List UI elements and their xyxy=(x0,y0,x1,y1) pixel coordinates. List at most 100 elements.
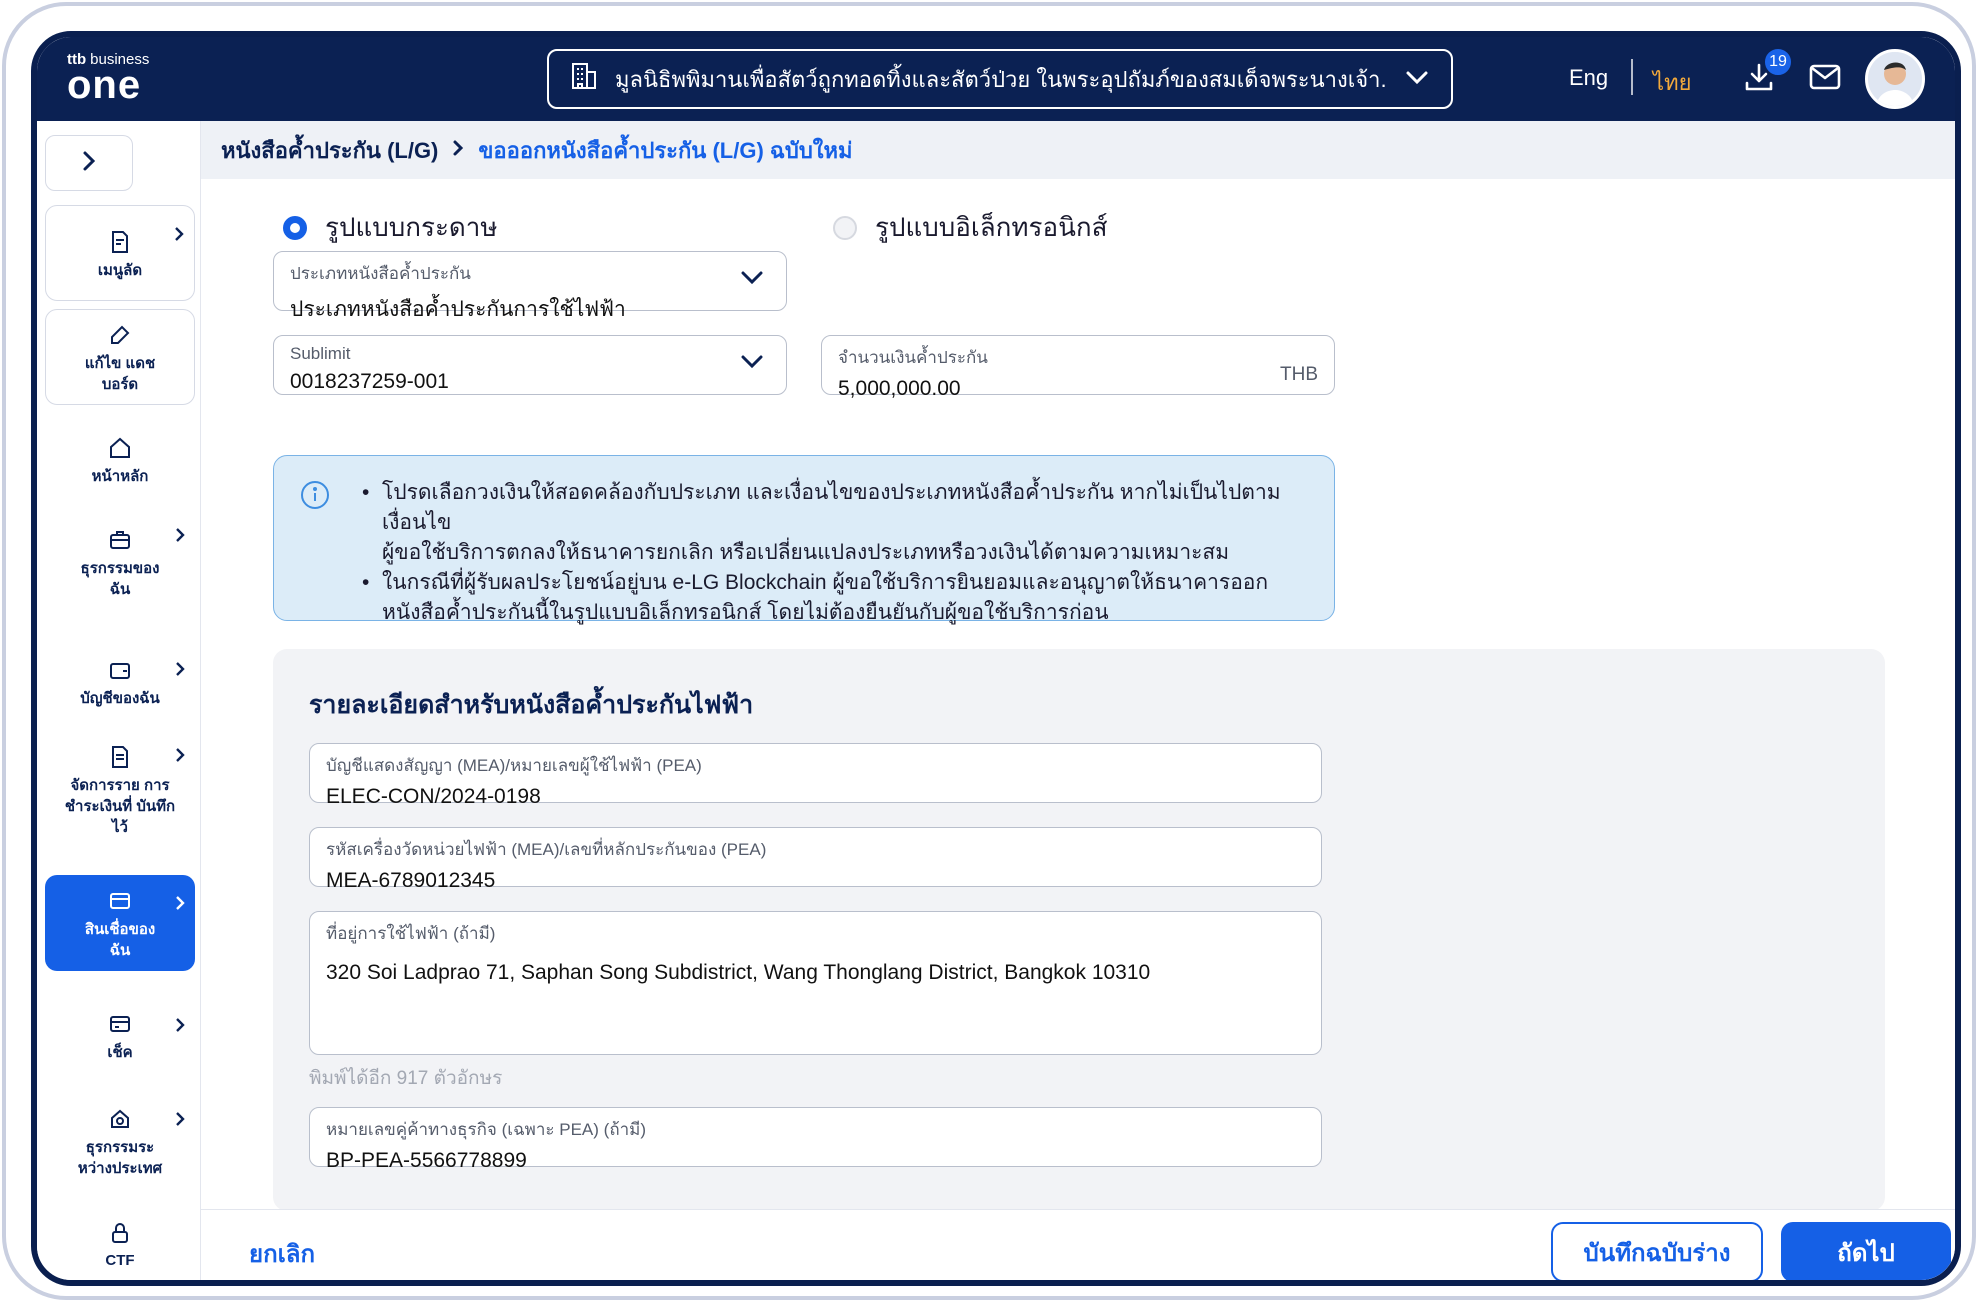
mail-icon xyxy=(1809,64,1841,95)
chevron-right-icon xyxy=(176,896,185,910)
breadcrumb-current: ขอออกหนังสือค้ำประกัน (L/G) ฉบับใหม่ xyxy=(478,137,853,163)
info-line: โปรดเลือกวงเงินให้สอดคล้องกับประเภท และเ… xyxy=(382,481,1281,534)
info-line: หนังสือค้ำประกันนี้ในรูปแบบอิเล็กทรอนิกส… xyxy=(382,601,1109,624)
wallet-icon xyxy=(110,662,130,679)
next-button[interactable]: ถัดไป xyxy=(1781,1222,1951,1280)
info-line: ในกรณีที่ผู้รับผลประโยชน์อยู่บน e-LG Blo… xyxy=(382,571,1269,594)
currency-unit: THB xyxy=(1280,364,1318,385)
radio-selected[interactable] xyxy=(283,215,307,240)
info-icon xyxy=(300,480,330,519)
sidebar-item-my-accounts[interactable]: บัญชีของฉัน xyxy=(45,641,195,721)
meter-code-value: MEA-6789012345 xyxy=(326,869,496,892)
download-button[interactable]: 19 xyxy=(1737,47,1793,101)
chevron-right-icon xyxy=(175,227,184,241)
lang-english[interactable]: Eng xyxy=(1569,65,1608,91)
chevron-down-icon xyxy=(1405,66,1429,92)
contract-account-label: บัญชีแสดงสัญญา (MEA)/หมายเลขผู้ใช้ไฟฟ้า … xyxy=(326,756,702,775)
info-bullet: ในกรณีที่ผู้รับผลประโยชน์อยู่บน e-LG Blo… xyxy=(362,568,1310,628)
sidebar-item-label: เมนูลัด xyxy=(97,261,143,279)
chevron-down-icon xyxy=(740,354,764,375)
top-bar: ttb business one มูลนิธิพพิมานเพื่อสัตว์… xyxy=(37,37,1955,121)
breadcrumb: หนังสือค้ำประกัน (L/G) ขอออกหนังสือค้ำปร… xyxy=(201,121,1955,179)
sidebar-item-home[interactable]: หน้าหลัก xyxy=(45,419,195,499)
chevron-right-icon xyxy=(452,137,464,163)
sidebar-item-shortcut[interactable]: เมนูลัด xyxy=(45,205,195,301)
format-electronic-option[interactable]: รูปแบบอิเล็กทรอนิกส์ xyxy=(833,207,1108,248)
guarantee-amount-label: จำนวนเงินค้ำประกัน xyxy=(838,348,988,367)
business-partner-label: หมายเลขคู่ค้าทางธุรกิจ (เฉพาะ PEA) (ถ้าม… xyxy=(326,1120,647,1139)
main-content: รูปแบบกระดาษ รูปแบบอิเล็กทรอนิกส์ ประเภท… xyxy=(201,179,1955,1211)
contract-account-value: ELEC-CON/2024-0198 xyxy=(326,785,541,808)
sublimit-select[interactable]: Sublimit 0018237259-001 xyxy=(273,335,787,395)
format-electronic-label: รูปแบบอิเล็กทรอนิกส์ xyxy=(875,212,1108,242)
lang-divider xyxy=(1631,59,1633,95)
logo-brand: one xyxy=(67,63,142,107)
building-icon xyxy=(571,62,597,96)
cancel-button[interactable]: ยกเลิก xyxy=(249,1234,315,1273)
chevron-right-icon xyxy=(176,748,185,762)
document-shortcut-icon xyxy=(112,230,128,253)
sidebar-item-cheque[interactable]: เช็ค xyxy=(45,997,195,1073)
format-paper-label: รูปแบบกระดาษ xyxy=(325,212,498,242)
meter-code-field[interactable]: รหัสเครื่องวัดหน่วยไฟฟ้า (MEA)/เลขที่หลั… xyxy=(309,827,1322,892)
sidebar-expand-button[interactable] xyxy=(45,135,133,191)
lg-type-label: ประเภทหนังสือค้ำประกัน xyxy=(290,264,471,283)
app-screen: ttb business one มูลนิธิพพิมานเพื่อสัตว์… xyxy=(31,31,1961,1286)
sublimit-label: Sublimit xyxy=(290,344,351,363)
sidebar-item-ctf[interactable]: CTF xyxy=(45,1209,195,1279)
chevron-right-icon xyxy=(176,528,185,542)
footer-actions: ยกเลิก บันทึกฉบับร่าง ถัดไป xyxy=(201,1209,1955,1280)
lg-type-select[interactable]: ประเภทหนังสือค้ำประกัน ประเภทหนังสือค้ำป… xyxy=(273,251,787,321)
sidebar-item-label: เช็ค xyxy=(107,1043,133,1061)
info-line: ผู้ขอใช้บริการตกลงให้ธนาคารยกเลิก หรือเป… xyxy=(382,541,1230,564)
app-logo[interactable]: ttb business one xyxy=(67,51,149,107)
document-list-icon xyxy=(112,745,128,768)
sidebar-item-label: ธุรกรรมระ หว่างประเทศ xyxy=(77,1139,163,1177)
chevron-right-icon xyxy=(176,662,185,676)
sidebar-item-my-transactions[interactable]: ธุรกรรมของ ฉัน xyxy=(45,507,195,617)
mail-button[interactable] xyxy=(1803,57,1847,101)
sidebar-item-my-loans[interactable]: สินเชื่อของ ฉัน xyxy=(45,875,195,971)
sidebar-item-label: จัดการราย การชำระเงินที่ บันทึกไว้ xyxy=(64,776,176,836)
business-partner-field[interactable]: หมายเลขคู่ค้าทางธุรกิจ (เฉพาะ PEA) (ถ้าม… xyxy=(309,1107,1322,1172)
sublimit-value: 0018237259-001 xyxy=(290,370,449,393)
edit-icon xyxy=(111,325,130,344)
sidebar: เมนูลัด แก้ไข แดชบอร์ด หน้าหลัก ธุรกรรมข… xyxy=(37,121,201,1280)
breadcrumb-parent[interactable]: หนังสือค้ำประกัน (L/G) xyxy=(221,133,438,168)
info-notice: โปรดเลือกวงเงินให้สอดคล้องกับประเภท และเ… xyxy=(273,455,1335,624)
character-count-hint: พิมพ์ได้อีก 917 ตัวอักษร xyxy=(309,1068,503,1089)
user-avatar[interactable] xyxy=(1865,49,1925,109)
info-bullet: โปรดเลือกวงเงินให้สอดคล้องกับประเภท และเ… xyxy=(362,478,1310,568)
contract-account-field[interactable]: บัญชีแสดงสัญญา (MEA)/หมายเลขผู้ใช้ไฟฟ้า … xyxy=(309,743,1322,808)
chevron-right-icon xyxy=(82,150,96,177)
chevron-right-icon xyxy=(176,1018,185,1032)
sidebar-item-saved-payments[interactable]: จัดการราย การชำระเงินที่ บันทึกไว้ xyxy=(45,727,195,851)
format-paper-option[interactable]: รูปแบบกระดาษ xyxy=(283,207,498,248)
home-icon xyxy=(110,437,130,458)
device-frame: ttb business one มูลนิธิพพิมานเพื่อสัตว์… xyxy=(2,2,1976,1300)
download-count-badge: 19 xyxy=(1763,47,1793,77)
lock-icon xyxy=(112,1222,128,1243)
lg-type-value: ประเภทหนังสือค้ำประกันการใช้ไฟฟ้า xyxy=(290,298,626,321)
lang-thai[interactable]: ไทย xyxy=(1653,65,1691,100)
usage-address-label: ที่อยู่การใช้ไฟฟ้า (ถ้ามี) xyxy=(326,924,496,943)
save-draft-button[interactable]: บันทึกฉบับร่าง xyxy=(1551,1222,1763,1280)
organization-name: มูลนิธิพพิมานเพื่อสัตว์ถูกทอดทิ้งและสัตว… xyxy=(615,66,1387,92)
sidebar-item-label: หน้าหลัก xyxy=(91,467,149,485)
international-icon xyxy=(111,1109,129,1128)
radio-unselected[interactable] xyxy=(833,215,857,240)
usage-address-textarea[interactable]: ที่อยู่การใช้ไฟฟ้า (ถ้ามี) 320 Soi Ladpr… xyxy=(309,911,1322,1055)
sidebar-item-label: CTF xyxy=(105,1251,135,1269)
sidebar-item-label: แก้ไข แดชบอร์ด xyxy=(84,355,156,393)
usage-address-value: 320 Soi Ladprao 71, Saphan Song Subdistr… xyxy=(326,961,1151,984)
sidebar-item-label: ธุรกรรมของ ฉัน xyxy=(80,560,160,598)
sidebar-item-label: บัญชีของฉัน xyxy=(80,689,160,707)
guarantee-amount-field[interactable]: จำนวนเงินค้ำประกัน 5,000,000.00 THB xyxy=(821,335,1335,400)
chevron-down-icon xyxy=(740,270,764,291)
briefcase-icon xyxy=(110,531,130,549)
sidebar-item-edit-dashboard[interactable]: แก้ไข แดชบอร์ด xyxy=(45,309,195,405)
electricity-details-panel: รายละเอียดสำหรับหนังสือค้ำประกันไฟฟ้า บั… xyxy=(273,649,1885,1211)
organization-select[interactable]: มูลนิธิพพิมานเพื่อสัตว์ถูกทอดทิ้งและสัตว… xyxy=(547,49,1453,109)
sidebar-item-international[interactable]: ธุรกรรมระ หว่างประเทศ xyxy=(45,1091,195,1191)
guarantee-amount-value: 5,000,000.00 xyxy=(838,377,961,400)
